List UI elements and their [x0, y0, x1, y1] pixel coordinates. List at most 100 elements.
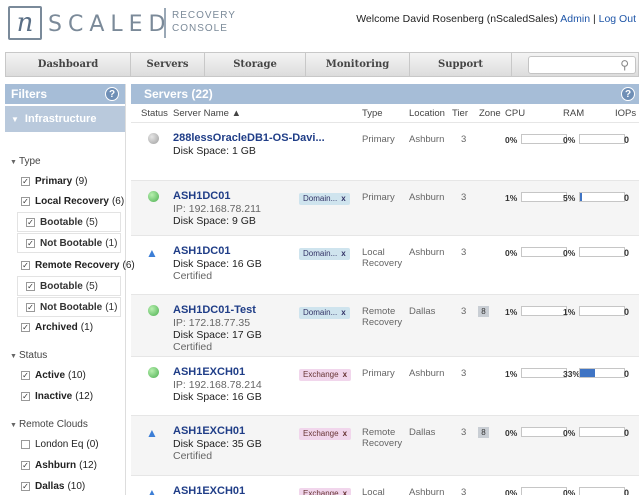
server-name-link[interactable]: 288lessOracleDB1-OS-Davi... — [173, 132, 325, 144]
checkbox-icon[interactable] — [21, 322, 30, 332]
filter-count: (5) — [85, 280, 99, 292]
remove-tag-icon[interactable]: x — [341, 194, 345, 203]
checkbox-icon[interactable] — [21, 481, 30, 491]
filter-remote-not-bootable[interactable]: Not Bootable(1) — [17, 297, 121, 317]
checkbox-icon[interactable] — [21, 460, 30, 470]
type-line-1: Local — [362, 487, 385, 495]
checkbox-icon[interactable] — [21, 370, 30, 380]
search-icon[interactable]: ⚲ — [620, 58, 629, 72]
app-tag[interactable]: Domain... x — [299, 248, 350, 260]
filter-count: (1) — [105, 301, 118, 313]
filter-primary[interactable]: Primary(9) — [21, 171, 87, 191]
nav-storage[interactable]: Storage — [205, 53, 306, 76]
nav-servers[interactable]: Servers — [131, 53, 205, 76]
server-location: Ashburn — [409, 487, 445, 495]
col-cpu[interactable]: CPU — [505, 108, 525, 119]
server-type: Primary — [362, 368, 395, 379]
clouds-group-title[interactable]: ▼ Remote Clouds — [10, 419, 88, 430]
logout-link[interactable]: Log Out — [599, 13, 636, 25]
ram-bar-fill — [580, 193, 582, 201]
col-iops[interactable]: IOPs — [615, 108, 636, 119]
ram-percent: 0% — [563, 488, 576, 495]
filter-local-not-bootable[interactable]: Not Bootable(1) — [17, 233, 121, 253]
remove-tag-icon[interactable]: x — [343, 489, 347, 495]
link-separator: | — [592, 13, 596, 25]
status-active-icon — [148, 191, 159, 202]
col-ram[interactable]: RAM — [563, 108, 584, 119]
filter-london-eq[interactable]: London Eq (0) — [21, 434, 99, 454]
app-tag[interactable]: Domain... x — [299, 193, 350, 205]
logo-subtitle: RECOVERY CONSOLE — [172, 9, 236, 35]
type-group-title[interactable]: ▼ Type — [10, 156, 41, 167]
table-row[interactable]: ASH1EXCH01 IP: 192.168.78.214 Disk Space: … — [131, 356, 639, 415]
remove-tag-icon[interactable]: x — [341, 308, 345, 317]
search-input[interactable]: ⚲ — [528, 56, 636, 74]
server-name-link[interactable]: ASH1EXCH01 — [173, 485, 245, 495]
checkbox-icon[interactable] — [26, 238, 35, 248]
filter-remote-recovery[interactable]: Remote Recovery(6) — [21, 255, 135, 275]
col-location[interactable]: Location — [409, 108, 445, 119]
filter-ashburn[interactable]: Ashburn(12) — [21, 455, 97, 475]
col-type[interactable]: Type — [362, 108, 383, 119]
checkbox-icon[interactable] — [26, 281, 35, 291]
infrastructure-section-toggle[interactable]: ▼ Infrastructure — [5, 106, 125, 132]
filter-label: Primary — [35, 175, 73, 187]
server-name-link[interactable]: ASH1EXCH01 — [173, 366, 245, 378]
admin-link[interactable]: Admin — [560, 13, 590, 25]
table-row[interactable]: ▲ ASH1EXCH01 Disk Space: 35 GB Certified Exc… — [131, 415, 639, 475]
nav-dashboard[interactable]: Dashboard — [6, 53, 131, 76]
filter-archived[interactable]: Archived(1) — [21, 317, 93, 337]
app-tag[interactable]: Exchange x — [299, 488, 352, 495]
filter-remote-bootable[interactable]: Bootable(5) — [17, 276, 121, 296]
table-row[interactable]: 288lessOracleDB1-OS-Davi... Disk Space: 1… — [131, 122, 639, 180]
checkbox-icon[interactable] — [21, 176, 30, 186]
filter-active[interactable]: Active(10) — [21, 365, 86, 385]
remove-tag-icon[interactable]: x — [343, 429, 347, 438]
checkbox-icon[interactable] — [21, 391, 30, 401]
checkbox-icon[interactable] — [21, 196, 30, 206]
table-row[interactable]: ASH1DC01 IP: 192.168.78.211 Disk Space: 9 … — [131, 180, 639, 235]
servers-header: Servers (22) ? — [131, 84, 639, 104]
filter-count: (10) — [68, 369, 86, 381]
server-type: Primary — [362, 134, 395, 145]
server-iops: 0 — [624, 248, 630, 258]
ram-bar — [579, 487, 625, 495]
nav-support[interactable]: Support — [410, 53, 512, 76]
recovery-upload-icon: ▲ — [146, 426, 158, 440]
filter-inactive[interactable]: Inactive(12) — [21, 386, 93, 406]
status-active-icon — [148, 367, 159, 378]
help-icon[interactable]: ? — [105, 87, 119, 101]
help-icon[interactable]: ? — [621, 87, 635, 101]
tag-label: Domain... — [303, 194, 338, 203]
col-tier[interactable]: Tier — [452, 108, 468, 119]
table-row[interactable]: ▲ ASH1EXCH01 Exchange x Local Ashburn 3 0% 0% 0 — [131, 475, 639, 495]
checkbox-icon[interactable] — [26, 217, 35, 227]
server-name-link[interactable]: ASH1EXCH01 — [173, 425, 245, 437]
status-group-label: Status — [18, 350, 48, 361]
table-row[interactable]: ▲ ASH1DC01 Disk Space: 16 GB Certified Domai… — [131, 235, 639, 294]
checkbox-icon[interactable] — [21, 260, 30, 270]
col-zone[interactable]: Zone — [479, 108, 501, 119]
filter-label: Local Recovery — [35, 195, 109, 207]
table-row[interactable]: ASH1DC01-Test IP: 172.18.77.35 Disk Space:… — [131, 294, 639, 356]
app-tag[interactable]: Exchange x — [299, 369, 352, 381]
server-iops: 0 — [624, 193, 630, 203]
remove-tag-icon[interactable]: x — [343, 370, 347, 379]
filter-local-bootable[interactable]: Bootable(5) — [17, 212, 121, 232]
filter-local-recovery[interactable]: Local Recovery(6) — [21, 191, 124, 211]
nav-monitoring[interactable]: Monitoring — [306, 53, 410, 76]
col-status[interactable]: Status — [141, 108, 168, 119]
remove-tag-icon[interactable]: x — [341, 249, 345, 258]
checkbox-icon[interactable] — [21, 439, 30, 449]
server-name-link[interactable]: ASH1DC01 — [173, 245, 230, 257]
app-tag[interactable]: Domain... x — [299, 307, 350, 319]
filter-dallas[interactable]: Dallas(10) — [21, 476, 85, 495]
app-tag[interactable]: Exchange x — [299, 428, 352, 440]
server-name-link[interactable]: ASH1DC01-Test — [173, 304, 256, 316]
checkbox-icon[interactable] — [26, 302, 35, 312]
server-tier: 3 — [461, 487, 467, 495]
server-name-link[interactable]: ASH1DC01 — [173, 190, 230, 202]
col-server-name[interactable]: Server Name ▲ — [173, 108, 241, 119]
status-group-title[interactable]: ▼ Status — [10, 350, 47, 361]
server-tier: 3 — [461, 247, 467, 258]
